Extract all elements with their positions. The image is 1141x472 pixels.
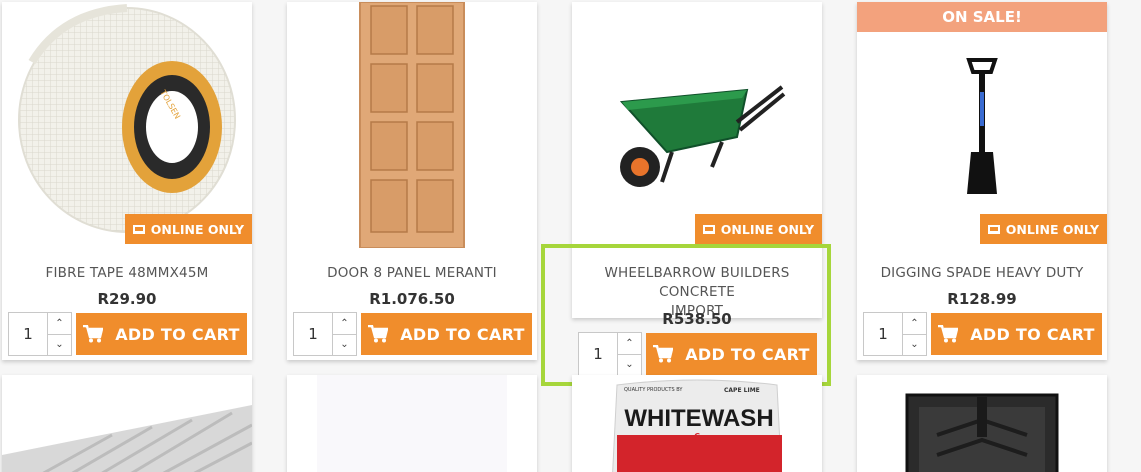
quantity-input[interactable]: 1 <box>864 313 902 355</box>
chevron-down-icon[interactable]: ⌄ <box>903 333 926 356</box>
quantity-stepper[interactable]: 1 ⌃ ⌄ <box>293 312 357 356</box>
cart-icon <box>83 325 104 343</box>
laptop-icon <box>702 224 715 234</box>
product-card: ONLINE ONLY ON SALE! DIGGING SPADE HEAVY… <box>857 2 1107 360</box>
product-card: TOLSEN ONLINE ONLY FIBRE TAPE 48MMX45M R… <box>2 2 252 360</box>
chevron-up-icon[interactable]: ⌃ <box>333 313 356 334</box>
chevron-down-icon[interactable]: ⌄ <box>48 333 71 356</box>
add-to-cart-label: ADD TO CART <box>115 324 240 344</box>
quantity-stepper[interactable]: 1 ⌃ ⌄ <box>8 312 72 356</box>
online-only-badge: ONLINE ONLY <box>694 214 822 244</box>
product-price: R1.076.50 <box>369 290 455 308</box>
product-name[interactable]: DOOR 8 PANEL MERANTI <box>287 264 537 283</box>
product-card: DOOR 8 PANEL MERANTI R1.076.50 1 ⌃ ⌄ ADD… <box>287 2 537 360</box>
on-sale-badge: ON SALE! <box>857 2 1107 32</box>
whitewash-image[interactable]: C QUALITY PRODUCTS BY CAPE LIME WHITEWAS… <box>572 375 822 472</box>
whitewash-title: WHITEWASH <box>624 405 774 432</box>
quantity-input[interactable]: 1 <box>294 313 332 355</box>
product-name[interactable]: DIGGING SPADE HEAVY DUTY <box>857 264 1107 283</box>
product-grid: TOLSEN ONLINE ONLY FIBRE TAPE 48MMX45M R… <box>0 0 1141 472</box>
product-price: R29.90 <box>97 290 157 308</box>
spade-image[interactable]: ONLINE ONLY <box>857 2 1107 248</box>
add-to-cart-button[interactable]: ADD TO CART <box>76 313 247 355</box>
badge-label: ONLINE ONLY <box>720 221 814 237</box>
wheelbarrow-image[interactable]: ONLINE ONLY <box>572 2 822 248</box>
chevron-down-icon[interactable]: ⌄ <box>333 333 356 356</box>
add-to-cart-button[interactable]: ADD TO CART <box>931 313 1102 355</box>
online-only-badge: ONLINE ONLY <box>979 214 1107 244</box>
whitewash-small: QUALITY PRODUCTS BY <box>624 387 683 393</box>
whitewash-brand: CAPE LIME <box>724 387 760 394</box>
product-card: C QUALITY PRODUCTS BY CAPE LIME WHITEWAS… <box>572 375 822 472</box>
roof-sheet-image[interactable] <box>2 375 252 472</box>
laptop-icon <box>132 224 145 234</box>
paint-tray-image[interactable] <box>857 375 1107 472</box>
chevron-up-icon[interactable]: ⌃ <box>48 313 71 334</box>
product-card <box>2 375 252 472</box>
fibre-tape-image[interactable]: TOLSEN ONLINE ONLY <box>2 2 252 248</box>
badge-label: ONLINE ONLY <box>150 221 244 237</box>
product-price: R128.99 <box>947 290 1017 308</box>
cart-icon <box>368 325 389 343</box>
cart-icon <box>938 325 959 343</box>
product-card <box>287 375 537 472</box>
laptop-icon <box>987 224 1000 234</box>
hover-highlight <box>541 244 831 386</box>
quantity-stepper[interactable]: 1 ⌃ ⌄ <box>863 312 927 356</box>
product-image[interactable] <box>287 375 537 472</box>
add-to-cart-label: ADD TO CART <box>970 324 1095 344</box>
product-card <box>857 375 1107 472</box>
quantity-input[interactable]: 1 <box>9 313 47 355</box>
badge-label: ONLINE ONLY <box>1005 221 1099 237</box>
chevron-up-icon[interactable]: ⌃ <box>903 313 926 334</box>
product-name[interactable]: FIBRE TAPE 48MMX45M <box>2 264 252 283</box>
svg-text:C: C <box>694 432 700 441</box>
add-to-cart-label: ADD TO CART <box>400 324 525 344</box>
add-to-cart-button[interactable]: ADD TO CART <box>361 313 532 355</box>
online-only-badge: ONLINE ONLY <box>124 214 252 244</box>
door-image[interactable] <box>287 2 537 248</box>
